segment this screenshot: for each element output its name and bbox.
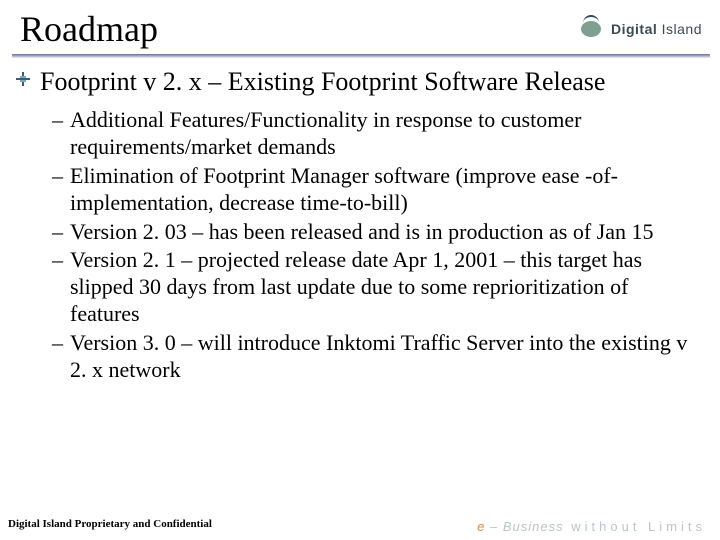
slide: Roadmap Digital Island Footprint v 2. x … [0, 0, 720, 540]
brand-name: Digital Island [611, 21, 702, 37]
slide-body: Footprint v 2. x – Existing Footprint So… [0, 66, 720, 383]
plus-icon [16, 72, 30, 86]
dash-icon: – [52, 330, 63, 357]
footer-tagline: e – Business without Limits [477, 519, 706, 534]
tagline-w2: Limits [648, 519, 706, 534]
dash-icon: – [52, 247, 63, 274]
bullet-level-2: –Elimination of Footprint Manager softwa… [52, 163, 696, 217]
sub-bullets: –Additional Features/Functionality in re… [52, 107, 696, 383]
bullet-level-2: –Version 2. 03 – has been released and i… [52, 219, 696, 246]
bullet-text: Version 3. 0 – will introduce Inktomi Tr… [70, 330, 687, 382]
bullet-level-1: Footprint v 2. x – Existing Footprint So… [40, 66, 696, 97]
tagline-sep: without [564, 519, 648, 534]
globe-icon [577, 15, 605, 43]
brand-name-rest: Island [657, 21, 702, 37]
bullet-text: Additional Features/Functionality in res… [70, 107, 581, 159]
footer-confidential: Digital Island Proprietary and Confident… [8, 518, 212, 530]
bullet-level-2: –Version 3. 0 – will introduce Inktomi T… [52, 330, 696, 384]
dash-icon: – [52, 163, 63, 190]
brand-logo: Digital Island [577, 15, 702, 43]
bullet-level-1-text: Footprint v 2. x – Existing Footprint So… [40, 67, 605, 96]
header-divider [12, 54, 710, 58]
dash-icon: – [52, 219, 63, 246]
dash-icon: – [52, 107, 63, 134]
header: Roadmap Digital Island [0, 0, 720, 52]
slide-title: Roadmap [20, 8, 158, 50]
bullet-text: Version 2. 03 – has been released and is… [70, 219, 653, 244]
tagline-dash: – [485, 519, 502, 534]
brand-name-bold: Digital [611, 21, 657, 37]
bullet-level-2: –Additional Features/Functionality in re… [52, 107, 696, 161]
bullet-text: Version 2. 1 – projected release date Ap… [70, 247, 642, 326]
bullet-text: Elimination of Footprint Manager softwar… [70, 163, 618, 215]
bullet-level-2: –Version 2. 1 – projected release date A… [52, 247, 696, 327]
tagline-w1: Business [503, 519, 564, 534]
